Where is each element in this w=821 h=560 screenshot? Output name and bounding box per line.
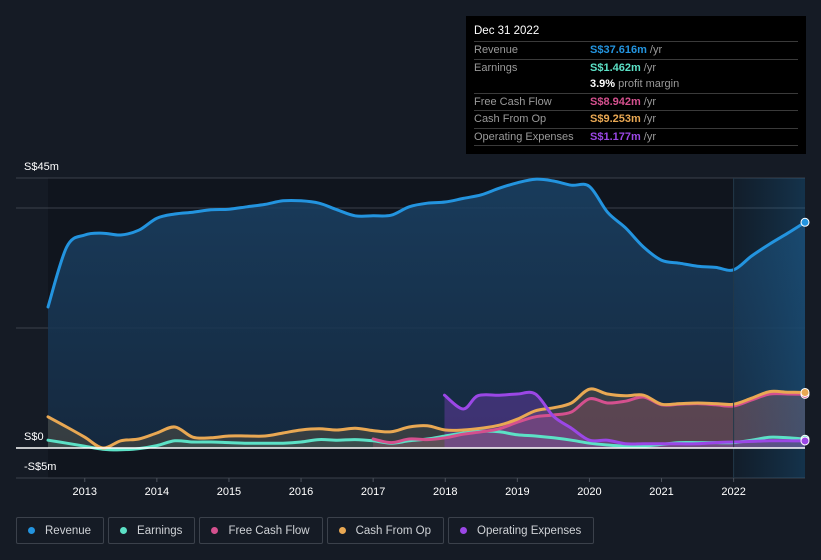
x-tick-label: 2013	[73, 486, 97, 498]
tooltip-value-profit-margin: 3.9%	[590, 78, 616, 90]
earnings-dot-icon	[120, 527, 128, 534]
legend-item-free-cash-flow[interactable]: Free Cash Flow	[199, 517, 323, 544]
cash-from-op-dot-icon	[338, 527, 346, 534]
endpoint-revenue[interactable]	[800, 217, 810, 227]
tooltip-label: Free Cash Flow	[474, 95, 552, 108]
tooltip-row-profit-margin: 3.9% profit margin	[474, 76, 798, 94]
tooltip-row-cash-from-op: Cash From Op S$9.253m /yr	[474, 111, 798, 129]
legend-item-revenue[interactable]: Revenue	[16, 517, 105, 544]
forecast-highlight-region	[733, 178, 805, 478]
tooltip-row-operating-expenses: Operating Expenses S$1.177m /yr	[474, 129, 798, 146]
legend-label: Earnings	[137, 524, 183, 537]
legend-label: Revenue	[45, 524, 92, 537]
x-tick-label: 2022	[721, 486, 745, 498]
tooltip-row-free-cash-flow: Free Cash Flow S$8.942m /yr	[474, 94, 798, 111]
tooltip-unit: /yr	[643, 113, 656, 125]
tooltip-label: Cash From Op	[474, 113, 547, 125]
legend-item-earnings[interactable]: Earnings	[108, 517, 196, 544]
tooltip-unit: /yr	[643, 130, 656, 143]
free-cash-flow-dot-icon	[211, 527, 219, 534]
tooltip-label	[474, 76, 590, 93]
y-tick-label: S$0	[24, 431, 44, 443]
x-tick-label: 2015	[217, 486, 241, 498]
tooltip-label: Earnings	[474, 61, 518, 74]
x-tick-label: 2019	[505, 486, 529, 498]
tooltip-date: Dec 31 2022	[474, 24, 798, 42]
tooltip-row-revenue: Revenue S$37.616m /yr	[474, 42, 798, 60]
x-tick-label: 2018	[433, 486, 457, 498]
tooltip-value-revenue: S$37.616m	[590, 44, 647, 56]
endpoint-operating-expenses[interactable]	[800, 436, 810, 446]
x-tick-label: 2017	[361, 486, 385, 498]
x-tick-label: 2014	[145, 486, 169, 498]
x-tick-label: 2016	[289, 486, 313, 498]
tooltip-unit: profit margin	[618, 78, 680, 90]
tooltip-unit: /yr	[649, 44, 663, 56]
tooltip-value-free-cash-flow: S$8.942m	[590, 95, 641, 108]
tooltip-label: Revenue	[474, 44, 519, 56]
legend-item-cash-from-op[interactable]: Cash From Op	[326, 517, 445, 544]
legend-label: Operating Expenses	[477, 524, 582, 537]
legend-label: Free Cash Flow	[228, 524, 310, 537]
x-tick-label: 2020	[577, 486, 601, 498]
y-tick-label: -S$5m	[24, 461, 56, 473]
tooltip-unit: /yr	[643, 61, 656, 74]
y-tick-label: S$45m	[24, 161, 59, 173]
chart-legend: Revenue Earnings Free Cash Flow Cash Fro…	[16, 517, 595, 544]
data-tooltip: Dec 31 2022 Revenue S$37.616m /yr Earnin…	[466, 16, 806, 154]
legend-item-operating-expenses[interactable]: Operating Expenses	[448, 517, 595, 544]
operating-expenses-dot-icon	[460, 527, 468, 534]
tooltip-row-earnings: Earnings S$1.462m /yr	[474, 60, 798, 77]
tooltip-value-cash-from-op: S$9.253m	[590, 113, 641, 125]
legend-label: Cash From Op	[355, 524, 432, 537]
tooltip-label: Operating Expenses	[474, 130, 574, 143]
revenue-dot-icon	[28, 527, 35, 534]
tooltip-value-operating-expenses: S$1.177m	[590, 130, 641, 143]
tooltip-unit: /yr	[643, 95, 656, 108]
endpoint-cash-from-op[interactable]	[800, 387, 810, 397]
x-tick-label: 2021	[649, 486, 673, 498]
tooltip-value-earnings: S$1.462m	[590, 61, 641, 74]
